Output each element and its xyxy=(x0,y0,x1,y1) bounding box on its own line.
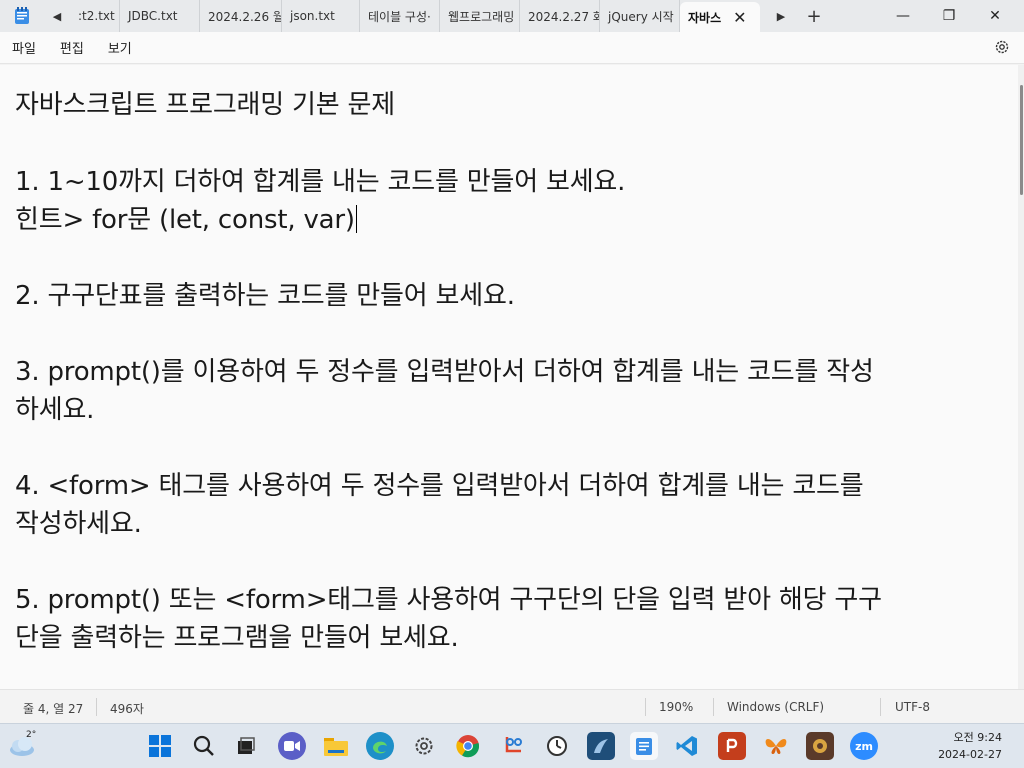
minimize-button[interactable]: — xyxy=(880,0,926,32)
weather-widget[interactable]: 2° xyxy=(8,730,38,764)
editor-line-q3a: 3. prompt()를 이용하여 두 정수를 입력받아서 더하여 합계를 내는… xyxy=(15,357,874,387)
tab-label: 자바스 xyxy=(688,10,722,25)
tab-label: jQuery 시작 xyxy=(608,9,674,24)
restore-button[interactable]: ❐ xyxy=(926,0,972,32)
clock-time: 오전 9:24 xyxy=(953,731,1002,744)
editor-line-q4b: 작성하세요. xyxy=(15,509,142,539)
text-caret xyxy=(355,205,357,233)
editor-line-title: 자바스크립트 프로그래밍 기본 문제 xyxy=(15,90,395,120)
tab-6[interactable]: 웹프로그래밍 xyxy=(440,0,520,32)
encoding[interactable]: UTF-8 xyxy=(895,700,930,714)
chrome-browser-icon[interactable] xyxy=(454,732,482,760)
status-divider xyxy=(96,698,97,716)
character-count: 496자 xyxy=(110,702,144,716)
sql-developer-icon[interactable] xyxy=(587,732,615,760)
tab-label: 2024.2.27 화 xyxy=(528,9,600,24)
scrollbar-thumb[interactable] xyxy=(1020,85,1023,195)
menu-file[interactable]: 파일 xyxy=(0,38,48,57)
windows-start-icon[interactable] xyxy=(146,732,174,760)
status-divider xyxy=(880,698,881,716)
tab-scroll-right-icon[interactable]: ▶ xyxy=(768,0,794,32)
tab-label: 테이블 구성· xyxy=(368,9,431,24)
tab-5[interactable]: 테이블 구성· xyxy=(360,0,440,32)
editor-line-q5b: 단을 출력하는 프로그램을 만들어 보세요. xyxy=(15,623,459,653)
vscode-icon[interactable] xyxy=(673,732,701,760)
powerpoint-icon[interactable] xyxy=(718,732,746,760)
app-icon-emblem[interactable] xyxy=(806,732,834,760)
menu-edit[interactable]: 편집 xyxy=(48,38,96,57)
new-tab-button[interactable]: + xyxy=(794,0,834,32)
notepad-taskbar-icon[interactable] xyxy=(630,732,658,760)
tab-4[interactable]: json.txt xyxy=(282,0,360,32)
tab-label: json.txt xyxy=(290,9,335,23)
clock-app-icon[interactable] xyxy=(543,732,571,760)
hint-text: 힌트> for문 (let, const, var) xyxy=(15,205,355,235)
tab-1[interactable]: :t2.txt xyxy=(70,0,120,32)
tab-7[interactable]: 2024.2.27 화 xyxy=(520,0,600,32)
tab-3[interactable]: 2024.2.26 월 xyxy=(200,0,282,32)
snipping-tool-icon[interactable] xyxy=(500,732,528,760)
tab-active[interactable]: 자바스 ✕ xyxy=(680,2,760,32)
editor-line-q3b: 하세요. xyxy=(15,395,95,425)
title-tab-bar: ◀ :t2.txt JDBC.txt 2024.2.26 월 json.txt … xyxy=(0,0,1024,32)
status-bar: 줄 4, 열 27 496자 190% Windows (CRLF) UTF-8 xyxy=(0,689,1024,723)
edge-browser-icon[interactable] xyxy=(366,732,394,760)
tab-8[interactable]: jQuery 시작 xyxy=(600,0,680,32)
menu-view[interactable]: 보기 xyxy=(96,38,144,57)
tab-label: 2024.2.26 월 xyxy=(208,9,282,24)
search-icon[interactable] xyxy=(190,732,218,760)
tab-2[interactable]: JDBC.txt xyxy=(120,0,200,32)
settings-gear-icon[interactable] xyxy=(994,39,1010,59)
chat-icon[interactable] xyxy=(278,732,306,760)
windows-taskbar: 2° zm 오전 9:24 2024-02-27 xyxy=(0,723,1024,768)
close-window-button[interactable]: ✕ xyxy=(972,0,1018,32)
system-clock[interactable]: 오전 9:24 2024-02-27 xyxy=(938,729,1002,763)
text-editor[interactable]: 자바스크립트 프로그래밍 기본 문제 1. 1~10까지 더하여 합계를 내는 … xyxy=(0,65,1018,689)
tab-label: JDBC.txt xyxy=(128,9,178,23)
notepad-app-icon[interactable] xyxy=(0,0,44,32)
zoom-level[interactable]: 190% xyxy=(659,700,693,714)
editor-line-hint: 힌트> for문 (let, const, var) xyxy=(15,199,357,236)
menu-bar: 파일 편집 보기 xyxy=(0,32,1024,64)
settings-icon[interactable] xyxy=(410,732,438,760)
vertical-scrollbar[interactable] xyxy=(1018,65,1024,689)
file-explorer-icon[interactable] xyxy=(322,732,350,760)
status-divider xyxy=(645,698,646,716)
line-ending[interactable]: Windows (CRLF) xyxy=(727,700,824,714)
temperature: 2° xyxy=(26,730,37,740)
tab-label: :t2.txt xyxy=(78,9,115,23)
butterfly-app-icon[interactable] xyxy=(762,732,790,760)
cursor-position: 줄 4, 열 27 xyxy=(23,702,84,716)
close-tab-icon[interactable]: ✕ xyxy=(733,8,746,27)
editor-line-q2: 2. 구구단표를 출력하는 코드를 만들어 보세요. xyxy=(15,281,515,311)
editor-line-q5a: 5. prompt() 또는 <form>태그를 사용하여 구구단의 단을 입력… xyxy=(15,585,882,615)
status-divider xyxy=(713,698,714,716)
editor-line-q4a: 4. <form> 태그를 사용하여 두 정수를 입력받아서 더하여 합계를 내… xyxy=(15,471,864,501)
editor-line-q1: 1. 1~10까지 더하여 합계를 내는 코드를 만들어 보세요. xyxy=(15,167,626,197)
tab-label: 웹프로그래밍 xyxy=(448,9,515,24)
zoom-app-icon[interactable]: zm xyxy=(850,732,878,760)
tab-scroll-left-icon[interactable]: ◀ xyxy=(44,0,70,32)
task-view-icon[interactable] xyxy=(232,732,260,760)
clock-date: 2024-02-27 xyxy=(938,748,1002,761)
